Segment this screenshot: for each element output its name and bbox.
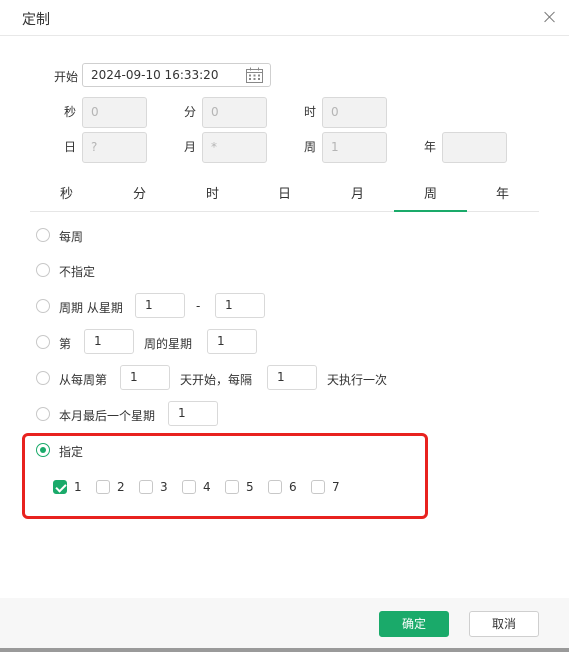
tab-bar: 秒 分 时 日 月 周 年 xyxy=(30,180,539,212)
close-icon[interactable] xyxy=(540,7,560,27)
last-of-month-input[interactable]: 1 xyxy=(168,401,218,426)
radio-unspecified[interactable] xyxy=(36,263,50,277)
nth-label: 第 xyxy=(59,337,72,351)
dialog-header: 定制 xyxy=(0,0,569,36)
highlight-box xyxy=(22,433,428,519)
last-of-month-label: 本月最后一个星期 xyxy=(59,409,156,423)
cancel-button[interactable]: 取消 xyxy=(469,611,539,637)
day-field: ? xyxy=(82,132,147,163)
tab-day[interactable]: 日 xyxy=(248,180,321,212)
start-datetime-input[interactable]: 2024-09-10 16:33:20 xyxy=(82,63,271,87)
start-day-input[interactable]: 1 xyxy=(120,365,170,390)
minute-label: 分 xyxy=(184,105,197,119)
month-label: 月 xyxy=(184,140,197,154)
week-field: 1 xyxy=(322,132,387,163)
minute-field: 0 xyxy=(202,97,267,128)
week-label: 周 xyxy=(304,140,317,154)
second-label: 秒 xyxy=(64,105,77,119)
radio-nth-week[interactable] xyxy=(36,335,50,349)
period-to-input[interactable]: 1 xyxy=(215,293,265,318)
tab-second[interactable]: 秒 xyxy=(30,180,103,212)
confirm-button[interactable]: 确定 xyxy=(379,611,449,637)
year-label: 年 xyxy=(424,140,437,154)
tab-hour[interactable]: 时 xyxy=(176,180,249,212)
period-from-input[interactable]: 1 xyxy=(135,293,185,318)
every-week-label: 每周 xyxy=(59,230,84,244)
calendar-icon[interactable] xyxy=(246,67,263,83)
bottom-divider xyxy=(0,648,569,652)
second-field: 0 xyxy=(82,97,147,128)
start-label: 开始 xyxy=(54,70,79,84)
radio-every-week[interactable] xyxy=(36,228,50,242)
day-label: 日 xyxy=(64,140,77,154)
nth-weekday-input[interactable]: 1 xyxy=(207,329,257,354)
radio-period[interactable] xyxy=(36,299,50,313)
month-field: * xyxy=(202,132,267,163)
hour-label: 时 xyxy=(304,105,317,119)
nth-mid-label: 周的星期 xyxy=(144,337,193,351)
period-dash: - xyxy=(196,299,201,313)
period-label: 周期 从星期 xyxy=(59,301,123,315)
unspecified-label: 不指定 xyxy=(59,265,96,279)
dialog-title: 定制 xyxy=(22,12,50,28)
start-interval-label: 从每周第 xyxy=(59,373,108,387)
tab-minute[interactable]: 分 xyxy=(103,180,176,212)
start-interval-suffix-label: 天执行一次 xyxy=(327,373,388,387)
radio-last-of-month[interactable] xyxy=(36,407,50,421)
interval-input[interactable]: 1 xyxy=(267,365,317,390)
tab-month[interactable]: 月 xyxy=(321,180,394,212)
start-interval-mid-label: 天开始，每隔 xyxy=(180,373,253,387)
tab-year[interactable]: 年 xyxy=(466,180,539,212)
dialog-footer: 确定 取消 xyxy=(0,598,569,652)
hour-field: 0 xyxy=(322,97,387,128)
tab-week[interactable]: 周 xyxy=(394,180,467,212)
year-field xyxy=(442,132,507,163)
radio-start-interval[interactable] xyxy=(36,371,50,385)
nth-week-input[interactable]: 1 xyxy=(84,329,134,354)
cron-dialog: 定制 开始 2024-09-10 16:33:20 秒 0 分 0 时 0 日 … xyxy=(0,0,569,652)
